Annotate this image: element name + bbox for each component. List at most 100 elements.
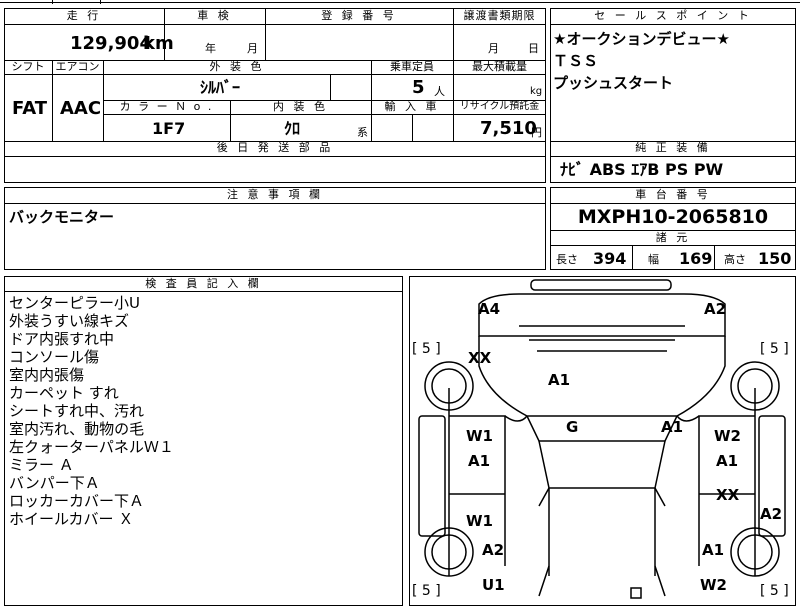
capacity-label: 乗車定員 bbox=[390, 60, 434, 73]
capacity-unit: 人 bbox=[434, 85, 445, 98]
divider bbox=[4, 24, 546, 25]
equipment-label: 純 正 装 備 bbox=[635, 141, 711, 154]
damage-mark: A1 bbox=[716, 452, 739, 470]
sales-point-line: ＴＳＳ bbox=[553, 52, 599, 70]
color-no-value: 1F7 bbox=[152, 119, 186, 138]
max-load-unit: kg bbox=[530, 86, 543, 97]
divider bbox=[412, 114, 413, 141]
chassis-value: MXPH10-2065810 bbox=[577, 206, 769, 228]
damage-mark: XX bbox=[468, 349, 492, 367]
inspector-line: 外装うすい線キズ bbox=[9, 312, 130, 330]
exterior-color-value: ｼﾙﾊﾞｰ bbox=[200, 78, 241, 97]
notes-label: 注 意 事 項 欄 bbox=[227, 188, 323, 201]
tire-rear-right: [ 5 ] bbox=[760, 583, 789, 599]
sales-point-label: セ ー ル ス ポ イ ン ト bbox=[594, 9, 752, 22]
tire-front-left: [ 5 ] bbox=[412, 341, 441, 357]
inspector-line: コンソール傷 bbox=[9, 348, 100, 366]
recycle-unit: 円 bbox=[531, 126, 542, 139]
sales-point-line: プッシュスタート bbox=[553, 74, 674, 92]
inspector-line: 左クォーターパネルＷ１ bbox=[9, 438, 174, 456]
inspector-line: ロッカーカバー下Ａ bbox=[9, 492, 145, 510]
divider bbox=[52, 0, 53, 4]
damage-mark: A2 bbox=[704, 300, 727, 318]
aircon-value: AAC bbox=[60, 98, 102, 119]
damage-mark: U1 bbox=[482, 576, 505, 594]
transfer-deadline-label: 譲渡書類期限 bbox=[463, 9, 536, 22]
inspector-line: 室内汚れ、動物の毛 bbox=[9, 420, 145, 438]
shaken-label: 車 検 bbox=[197, 9, 232, 22]
inspector-line: ホイールカバー Ｘ bbox=[9, 510, 134, 528]
damage-mark: A1 bbox=[702, 541, 725, 559]
divider bbox=[100, 0, 101, 4]
inspector-line: カーペット すれ bbox=[9, 384, 119, 402]
damage-mark: W1 bbox=[466, 512, 493, 530]
shift-value: FAT bbox=[12, 98, 48, 119]
divider bbox=[4, 74, 546, 75]
capacity-value: 5 bbox=[412, 77, 425, 98]
damage-mark: A1 bbox=[548, 371, 571, 389]
damage-mark: W2 bbox=[700, 576, 727, 594]
mileage-value: 129,904 bbox=[70, 33, 152, 54]
interior-color-label: 内 装 色 bbox=[273, 100, 328, 113]
height-value: 150 bbox=[758, 249, 792, 268]
damage-mark: A2 bbox=[482, 541, 505, 559]
notes-value: バックモニター bbox=[9, 208, 115, 226]
registration-label: 登 録 番 号 bbox=[321, 9, 397, 22]
tire-rear-left-value: 5 bbox=[421, 583, 431, 599]
max-load-label: 最大積載量 bbox=[472, 60, 527, 73]
tire-front-right: [ 5 ] bbox=[760, 341, 789, 357]
inspector-line: ミラー Ａ bbox=[9, 456, 74, 474]
tire-front-left-value: 5 bbox=[421, 341, 431, 357]
divider bbox=[550, 245, 796, 246]
damage-mark: G bbox=[566, 418, 579, 436]
height-label: 高さ bbox=[724, 253, 746, 266]
interior-color-suffix: 系 bbox=[357, 126, 368, 139]
damage-mark: A4 bbox=[478, 300, 501, 318]
inspector-line: センターピラー小U bbox=[9, 294, 140, 312]
divider bbox=[4, 203, 546, 204]
specs-label: 諸 元 bbox=[655, 231, 691, 244]
divider bbox=[714, 245, 715, 270]
inspector-label: 検 査 員 記 入 欄 bbox=[145, 277, 262, 290]
inspector-line: ドア内張すれ中 bbox=[9, 330, 115, 348]
chassis-label: 車 台 番 号 bbox=[635, 188, 711, 201]
length-label: 長さ bbox=[556, 253, 578, 266]
divider bbox=[330, 74, 331, 100]
damage-mark: A2 bbox=[760, 505, 783, 523]
divider bbox=[550, 24, 796, 25]
tire-rear-right-value: 5 bbox=[769, 583, 779, 599]
width-value: 169 bbox=[679, 249, 713, 268]
later-parts-label: 後 日 発 送 部 品 bbox=[216, 141, 334, 154]
inspector-line: シートすれ中、汚れ bbox=[9, 402, 145, 420]
divider bbox=[550, 156, 796, 157]
mileage-label: 走 行 bbox=[66, 9, 102, 22]
divider bbox=[550, 203, 796, 204]
damage-mark: W2 bbox=[714, 427, 741, 445]
import-label: 輸 入 車 bbox=[384, 100, 440, 113]
damage-mark: A1 bbox=[468, 452, 491, 470]
divider bbox=[4, 291, 403, 292]
transfer-month-unit: 月 bbox=[488, 42, 499, 55]
mileage-unit: km bbox=[143, 33, 174, 54]
divider bbox=[632, 245, 633, 270]
interior-color-value: ｸﾛ bbox=[284, 119, 301, 138]
top-border bbox=[0, 2, 800, 3]
sales-point-line: ★オークションデビュー★ bbox=[553, 30, 730, 48]
recycle-value: 7,510 bbox=[480, 118, 537, 139]
shaken-year-unit: 年 bbox=[205, 42, 216, 55]
inspector-line: バンパー下Ａ bbox=[9, 474, 100, 492]
divider bbox=[4, 156, 546, 157]
aircon-label: エアコン bbox=[55, 60, 100, 73]
exterior-color-label: 外 装 色 bbox=[209, 60, 265, 73]
tire-front-right-value: 5 bbox=[769, 341, 779, 357]
divider bbox=[103, 114, 546, 115]
inspector-line: 室内内張傷 bbox=[9, 366, 85, 384]
width-label: 幅 bbox=[648, 253, 659, 266]
damage-mark: W1 bbox=[466, 427, 493, 445]
equipment-value: ﾅﾋﾞ ABS ｴｱB PS PW bbox=[560, 160, 724, 179]
damage-mark: XX bbox=[716, 486, 740, 504]
length-value: 394 bbox=[593, 249, 627, 268]
shift-label: シフト bbox=[11, 60, 45, 73]
recycle-label: リサイクル預託金 bbox=[459, 101, 540, 112]
transfer-day-unit: 日 bbox=[528, 42, 539, 55]
